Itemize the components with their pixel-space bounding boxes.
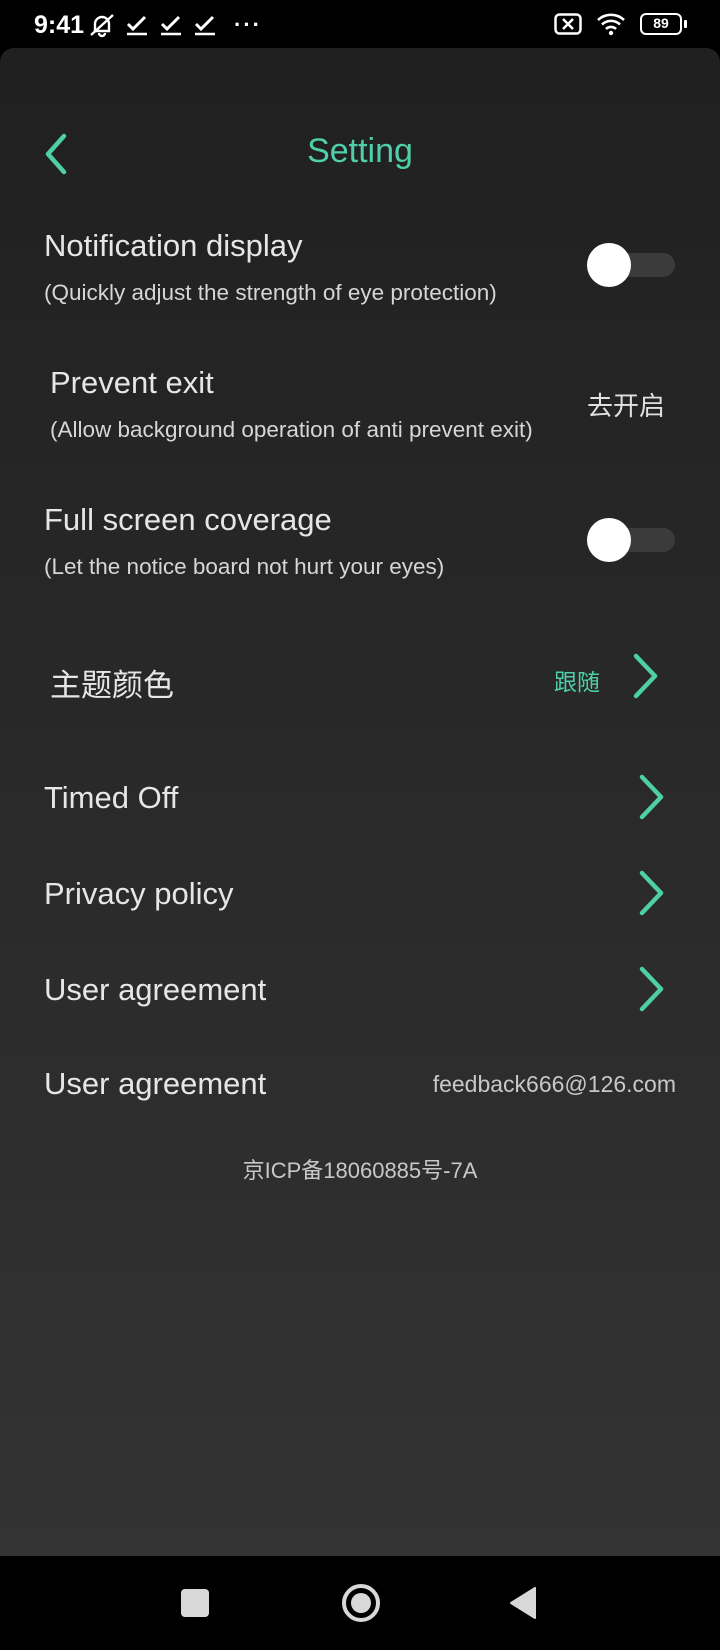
chevron-right-icon: [639, 870, 664, 916]
page-title: Setting: [307, 132, 413, 170]
feedback-email[interactable]: feedback666@126.com: [433, 1071, 676, 1098]
prevent-exit-subtitle: (Allow background operation of anti prev…: [50, 417, 533, 442]
nav-back-button[interactable]: [508, 1586, 538, 1620]
chevron-right-icon: [639, 774, 664, 820]
prevent-exit-title: Prevent exit: [50, 365, 214, 400]
notification-display-title: Notification display: [44, 228, 303, 263]
battery-icon: 89: [640, 13, 687, 35]
status-time: 9:41: [34, 11, 85, 39]
icp-license: 京ICP备18060885号-7A: [242, 1158, 478, 1183]
chevron-right-icon: [639, 966, 664, 1012]
settings-panel: Setting Notification display (Quickly ad…: [0, 48, 720, 1556]
notification-display-toggle[interactable]: [587, 243, 675, 287]
theme-color-title: 主题颜色: [50, 668, 174, 703]
status-system-icons: 89: [554, 12, 687, 36]
notification-display-subtitle: (Quickly adjust the strength of eye prot…: [44, 280, 497, 305]
user-agreement-title: User agreement: [44, 972, 267, 1007]
full-screen-coverage-toggle[interactable]: [587, 518, 675, 562]
check-icon: [194, 15, 215, 36]
chevron-right-icon: [633, 653, 658, 699]
bell-muted-icon: [90, 14, 114, 38]
navigation-bar: [0, 1556, 720, 1650]
full-screen-coverage-title: Full screen coverage: [44, 502, 332, 537]
theme-color-value: 跟随: [554, 669, 600, 695]
check-icon: [160, 15, 181, 36]
privacy-policy-title: Privacy policy: [44, 876, 234, 911]
feedback-title: User agreement: [44, 1066, 267, 1101]
check-icon: [126, 15, 147, 36]
full-screen-coverage-subtitle: (Let the notice board not hurt your eyes…: [44, 554, 445, 579]
toggle-knob: [587, 518, 631, 562]
home-button[interactable]: [341, 1583, 381, 1623]
toggle-knob: [587, 243, 631, 287]
no-sim-icon: [554, 13, 582, 35]
timed-off-title: Timed Off: [44, 780, 179, 815]
status-notification-icons: ···: [88, 12, 262, 38]
status-bar: 9:41 ··· 89: [0, 0, 720, 52]
more-notifications-icon: ···: [234, 12, 262, 37]
wifi-icon: [597, 13, 625, 36]
prevent-exit-enable-button[interactable]: 去开启: [587, 386, 665, 423]
recents-button[interactable]: [181, 1589, 209, 1617]
